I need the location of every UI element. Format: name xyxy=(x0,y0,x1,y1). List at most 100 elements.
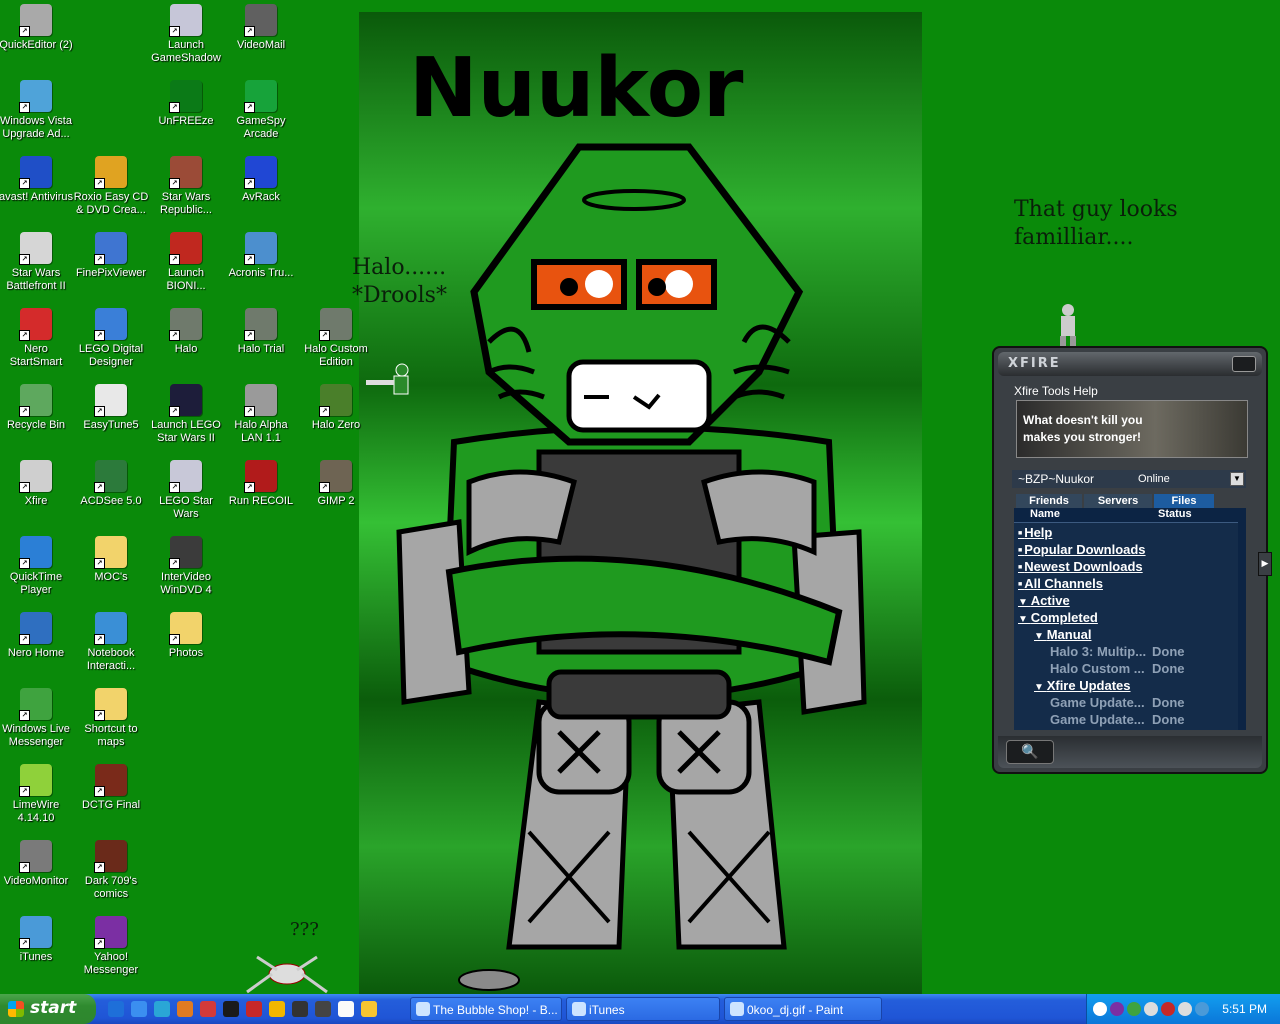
desktop-shortcut[interactable]: ↗ Halo Custom Edition xyxy=(298,306,374,369)
desktop-shortcut[interactable]: ↗ QuickEditor (2) xyxy=(0,2,74,52)
desktop-shortcut[interactable]: ↗ Shortcut to maps xyxy=(73,686,149,749)
msi-icon[interactable] xyxy=(223,1001,239,1017)
ie-icon[interactable] xyxy=(131,1001,147,1017)
gimp-icon: ↗ xyxy=(319,460,352,493)
desktop-shortcut[interactable]: ↗ Launch GameShadow xyxy=(148,2,224,65)
desktop-shortcut[interactable]: ↗ Roxio Easy CD & DVD Crea... xyxy=(73,154,149,217)
desktop-shortcut[interactable]: ↗ Dark 709's comics xyxy=(73,838,149,901)
itunes-icon[interactable] xyxy=(1195,1002,1209,1016)
desktop-shortcut[interactable]: ↗ Windows Vista Upgrade Ad... xyxy=(0,78,74,141)
file-list-item[interactable]: ■ Newest Downloads xyxy=(1018,558,1143,575)
menu-help[interactable]: Help xyxy=(1073,384,1098,398)
xfire-window[interactable]: XFIRE Xfire Tools Help What doesn't kill… xyxy=(992,346,1268,774)
desktop-shortcut[interactable]: ↗ AvRack xyxy=(223,154,299,204)
desktop-shortcut[interactable]: ↗ GameSpy Arcade xyxy=(223,78,299,141)
desktop-shortcut[interactable]: ↗ LimeWire 4.14.10 xyxy=(0,762,74,825)
desktop-shortcut[interactable]: ↗ Photos xyxy=(148,610,224,660)
desktop-shortcut[interactable]: ↗ Run RECOIL xyxy=(223,458,299,508)
file-list-item[interactable]: Game Update... Done xyxy=(1050,694,1185,711)
clock[interactable]: 5:51 PM xyxy=(1222,1002,1267,1016)
lego-icon[interactable] xyxy=(246,1001,262,1017)
desktop-shortcut[interactable]: ↗ DCTG Final xyxy=(73,762,149,812)
start-button[interactable]: start xyxy=(0,994,96,1024)
desktop-shortcut[interactable]: ↗ VideoMonitor xyxy=(0,838,74,888)
desktop-shortcut[interactable]: ↗ Recycle Bin xyxy=(0,382,74,432)
back-arrow-icon[interactable] xyxy=(1093,1002,1107,1016)
desktop-shortcut[interactable]: ↗ Star Wars Battlefront II xyxy=(0,230,74,293)
search-icon[interactable]: 🔍 xyxy=(1006,740,1054,764)
column-name[interactable]: Name xyxy=(1030,508,1060,520)
xfire-title-bar[interactable]: XFIRE xyxy=(998,352,1262,376)
bionicle-icon: ↗ xyxy=(169,232,202,265)
menu-xfire[interactable]: Xfire xyxy=(1014,384,1039,398)
desktop-shortcut[interactable]: ↗ Acronis Tru... xyxy=(223,230,299,280)
desktop-shortcut[interactable]: ↗ Launch LEGO Star Wars II xyxy=(148,382,224,445)
desktop-shortcut[interactable]: ↗ GIMP 2 xyxy=(298,458,374,508)
desktop-shortcut[interactable]: ↗ Nero StartSmart xyxy=(0,306,74,369)
tab-friends[interactable]: Friends xyxy=(1016,494,1082,508)
desktop-shortcut[interactable]: ↗ UnFREEze xyxy=(148,78,224,128)
outlook-icon[interactable] xyxy=(269,1001,285,1017)
desktop-shortcut[interactable]: ↗ Halo Alpha LAN 1.1 xyxy=(223,382,299,445)
file-list-item[interactable]: ▼ Active xyxy=(1018,592,1070,609)
tab-files[interactable]: Files xyxy=(1154,494,1214,508)
desktop-shortcut[interactable]: ↗ Halo Zero xyxy=(298,382,374,432)
desktop-shortcut[interactable]: ↗ Star Wars Republic... xyxy=(148,154,224,217)
xfire-ad-banner[interactable]: What doesn't kill you makes you stronger… xyxy=(1016,400,1248,458)
nero-icon[interactable] xyxy=(200,1001,216,1017)
file-list-item[interactable]: ▼ Completed xyxy=(1018,609,1098,626)
desktop-shortcut[interactable]: ↗ Launch BIONI... xyxy=(148,230,224,293)
column-status[interactable]: Status xyxy=(1158,508,1192,520)
taskbar-button[interactable]: iTunes xyxy=(566,997,720,1021)
taskbar-button[interactable]: The Bubble Shop! - B... xyxy=(410,997,562,1021)
tab-servers[interactable]: Servers xyxy=(1084,494,1152,508)
desktop-shortcut[interactable]: ↗ Xfire xyxy=(0,458,74,508)
desktop-shortcut[interactable]: ↗ Windows Live Messenger xyxy=(0,686,74,749)
file-list-item[interactable]: Halo Custom ... Done xyxy=(1050,660,1185,677)
firefox-icon[interactable] xyxy=(177,1001,193,1017)
desktop-shortcut[interactable]: ↗ ACDSee 5.0 xyxy=(73,458,149,508)
desktop-shortcut[interactable]: ↗ iTunes xyxy=(0,914,74,964)
security-icon[interactable] xyxy=(1161,1002,1175,1016)
windows-icon[interactable] xyxy=(108,1001,124,1017)
network-icon[interactable] xyxy=(154,1001,170,1017)
annotation-familiar: That guy looks familliar.... xyxy=(1014,197,1178,250)
messenger-icon[interactable] xyxy=(1127,1002,1141,1016)
file-list-item[interactable]: ▼ Manual xyxy=(1034,626,1091,643)
paint-icon[interactable] xyxy=(338,1001,354,1017)
desktop-shortcut[interactable]: ↗ Halo xyxy=(148,306,224,356)
desktop-shortcut[interactable]: ↗ EasyTune5 xyxy=(73,382,149,432)
menu-tools[interactable]: Tools xyxy=(1042,384,1070,398)
status-dropdown-icon[interactable]: ▼ xyxy=(1230,472,1244,486)
list-scrollbar[interactable] xyxy=(1238,522,1246,730)
desktop-shortcut[interactable]: ↗ Yahoo! Messenger xyxy=(73,914,149,977)
file-list-item[interactable]: Game Update... Done xyxy=(1050,711,1185,728)
minimize-button[interactable] xyxy=(1232,356,1256,372)
joystick-icon[interactable] xyxy=(315,1001,331,1017)
file-list-item[interactable]: ■ All Channels xyxy=(1018,575,1103,592)
file-list-item[interactable]: Halo 3: Multip... Done xyxy=(1050,643,1185,660)
folder-icon: ↗ xyxy=(94,536,127,569)
file-list-item[interactable]: ■ Help xyxy=(1018,524,1052,541)
dvd-icon[interactable] xyxy=(292,1001,308,1017)
expand-arrow-icon[interactable]: ▶ xyxy=(1258,552,1272,576)
desktop-shortcut[interactable]: ↗ Notebook Interacti... xyxy=(73,610,149,673)
network-icon[interactable] xyxy=(1144,1002,1158,1016)
desktop-shortcut[interactable]: ↗ InterVideo WinDVD 4 xyxy=(148,534,224,597)
desktop-shortcut[interactable]: ↗ LEGO Star Wars xyxy=(148,458,224,521)
xfire-user-bar[interactable]: ~BZP~Nuukor Online ▼ xyxy=(1012,470,1246,488)
file-list-item[interactable]: ▼ Xfire Updates xyxy=(1034,677,1131,694)
messenger-icon[interactable] xyxy=(361,1001,377,1017)
yahoo-icon[interactable] xyxy=(1110,1002,1124,1016)
desktop-shortcut[interactable]: ↗ MOC's xyxy=(73,534,149,584)
desktop-shortcut[interactable]: ↗ FinePixViewer xyxy=(73,230,149,280)
desktop-shortcut[interactable]: ↗ QuickTime Player xyxy=(0,534,74,597)
taskbar-button[interactable]: 0koo_dj.gif - Paint xyxy=(724,997,882,1021)
volume-icon[interactable] xyxy=(1178,1002,1192,1016)
desktop-shortcut[interactable]: ↗ avast! Antivirus xyxy=(0,154,74,204)
desktop-shortcut[interactable]: ↗ Nero Home xyxy=(0,610,74,660)
desktop-shortcut[interactable]: ↗ LEGO Digital Designer xyxy=(73,306,149,369)
file-list-item[interactable]: ■ Popular Downloads xyxy=(1018,541,1146,558)
desktop-shortcut[interactable]: ↗ VideoMail xyxy=(223,2,299,52)
desktop-shortcut[interactable]: ↗ Halo Trial xyxy=(223,306,299,356)
